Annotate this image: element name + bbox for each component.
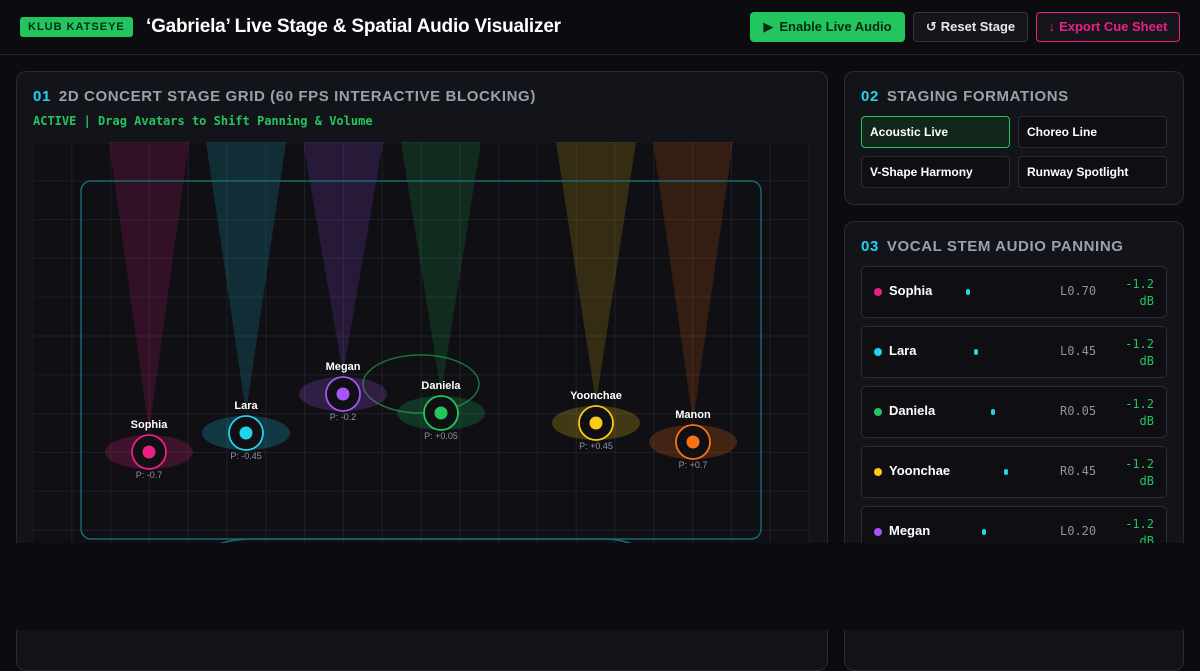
reset-icon: ↺ — [925, 19, 937, 34]
stage-status: ACTIVE | Drag Avatars to Shift Panning &… — [33, 114, 373, 128]
pan-value: L0.20 — [1060, 524, 1097, 538]
avatar-core — [686, 435, 700, 449]
stage-panel-number: 01 — [33, 88, 51, 105]
member-name: Yoonchae — [889, 463, 951, 478]
avatar-core — [336, 387, 350, 401]
formation-runway-spotlight-button[interactable]: Runway Spotlight — [1018, 156, 1167, 188]
stage-panel-heading: 01 2D CONCERT STAGE GRID (60 FPS INTERACT… — [33, 88, 536, 105]
formation-choreo-line-button[interactable]: Choreo Line — [1018, 116, 1167, 148]
avatar-name-label: Manon — [675, 409, 711, 421]
panning-panel-heading: 03 VOCAL STEM AUDIO PANNING — [861, 238, 1124, 255]
member-color-dot — [874, 408, 882, 416]
gain-db: -1.2 dB — [1125, 397, 1154, 428]
play-icon: ▶ — [763, 19, 774, 34]
stage-grid-svg[interactable]: Sophia P: -0.7 Lara P: -0.45 Megan P: -0.2 Dan… — [33, 142, 810, 544]
spotlight-beam — [206, 142, 286, 413]
brand-badge: KLUB KATSEYE — [20, 17, 133, 37]
pan-slider-knob[interactable] — [974, 349, 979, 355]
member-color-dot — [874, 468, 882, 476]
formation-v-shape-harmony-button[interactable]: V-Shape Harmony — [861, 156, 1010, 188]
enable-live-audio-label: Enable Live Audio — [779, 19, 892, 34]
stage-canvas[interactable]: Sophia P: -0.7 Lara P: -0.45 Megan P: -0.2 Dan… — [33, 142, 810, 544]
avatar-pan-label: P: -0.45 — [230, 451, 262, 461]
pan-value: R0.05 — [1060, 404, 1097, 418]
spotlight-beam — [653, 142, 733, 422]
formation-acoustic-live-button[interactable]: Acoustic Live — [861, 116, 1010, 148]
spotlight-beam — [109, 142, 189, 432]
download-icon: ↓ — [1048, 19, 1056, 34]
pan-slider-knob[interactable] — [982, 529, 987, 535]
avatar-core — [239, 426, 253, 440]
viewport-bottom-fill — [0, 543, 1200, 630]
pan-slider[interactable] — [958, 529, 1024, 535]
formations-panel-title: STAGING FORMATIONS — [886, 88, 1069, 105]
pan-value: L0.45 — [1060, 344, 1097, 358]
member-color-dot — [874, 528, 882, 536]
stage-panel-title: 2D CONCERT STAGE GRID (60 FPS INTERACTIV… — [58, 88, 536, 105]
avatar-pan-label: P: -0.2 — [330, 412, 357, 422]
formations-panel-heading: 02 STAGING FORMATIONS — [861, 88, 1069, 105]
member-name: Sophia — [889, 283, 933, 298]
pan-value: L0.70 — [1060, 284, 1097, 298]
formations-panel-number: 02 — [861, 88, 879, 105]
avatar-core — [142, 445, 156, 459]
avatar-name-label: Daniela — [421, 380, 461, 392]
panning-row-sophia[interactable]: Sophia L0.70 -1.2 dB — [861, 266, 1167, 318]
enable-live-audio-button[interactable]: ▶ Enable Live Audio — [750, 12, 905, 42]
pan-slider[interactable] — [958, 409, 1024, 415]
member-name: Daniela — [889, 403, 936, 418]
pan-slider[interactable] — [958, 469, 1024, 475]
panning-row-daniela[interactable]: Daniela R0.05 -1.2 dB — [861, 386, 1167, 438]
pan-slider-knob[interactable] — [990, 409, 995, 415]
panning-panel-title: VOCAL STEM AUDIO PANNING — [886, 238, 1124, 255]
pan-value: R0.45 — [1060, 464, 1097, 478]
avatar-name-label: Lara — [234, 400, 258, 412]
member-color-dot — [874, 348, 882, 356]
export-cue-sheet-button[interactable]: ↓ Export Cue Sheet — [1036, 12, 1180, 42]
formations-panel: 02 STAGING FORMATIONS Acoustic Live Chore… — [844, 71, 1184, 205]
avatar-name-label: Megan — [326, 361, 361, 373]
reset-stage-button[interactable]: ↺ Reset Stage — [913, 12, 1028, 42]
avatar-pan-label: P: +0.45 — [579, 441, 613, 451]
avatar-core — [589, 416, 603, 430]
avatar-pan-label: P: +0.05 — [424, 431, 458, 441]
gain-db: -1.2 dB — [1125, 457, 1154, 488]
top-bar: KLUB KATSEYE ‘Gabriela’ Live Stage & Spa… — [0, 0, 1200, 55]
avatar-name-label: Sophia — [131, 419, 169, 431]
panning-panel-number: 03 — [861, 238, 879, 255]
pan-slider-knob[interactable] — [1003, 469, 1008, 475]
pan-slider[interactable] — [958, 289, 1024, 295]
avatar-core — [434, 406, 448, 420]
avatar-pan-label: P: +0.7 — [679, 460, 708, 470]
panning-row-lara[interactable]: Lara L0.45 -1.2 dB — [861, 326, 1167, 378]
member-name: Lara — [889, 343, 917, 358]
pan-slider[interactable] — [958, 349, 1024, 355]
panning-row-yoonchae[interactable]: Yoonchae R0.45 -1.2 dB — [861, 446, 1167, 498]
avatar-pan-label: P: -0.7 — [136, 470, 163, 480]
gain-db: -1.2 dB — [1125, 277, 1154, 308]
pan-slider-knob[interactable] — [965, 289, 970, 295]
member-color-dot — [874, 288, 882, 296]
avatar-name-label: Yoonchae — [570, 390, 622, 402]
member-name: Megan — [889, 523, 931, 538]
export-cue-sheet-label: Export Cue Sheet — [1059, 19, 1168, 34]
app-title: ‘Gabriela’ Live Stage & Spatial Audio Vi… — [146, 16, 561, 37]
reset-stage-label: Reset Stage — [940, 19, 1016, 34]
gain-db: -1.2 dB — [1125, 337, 1154, 368]
